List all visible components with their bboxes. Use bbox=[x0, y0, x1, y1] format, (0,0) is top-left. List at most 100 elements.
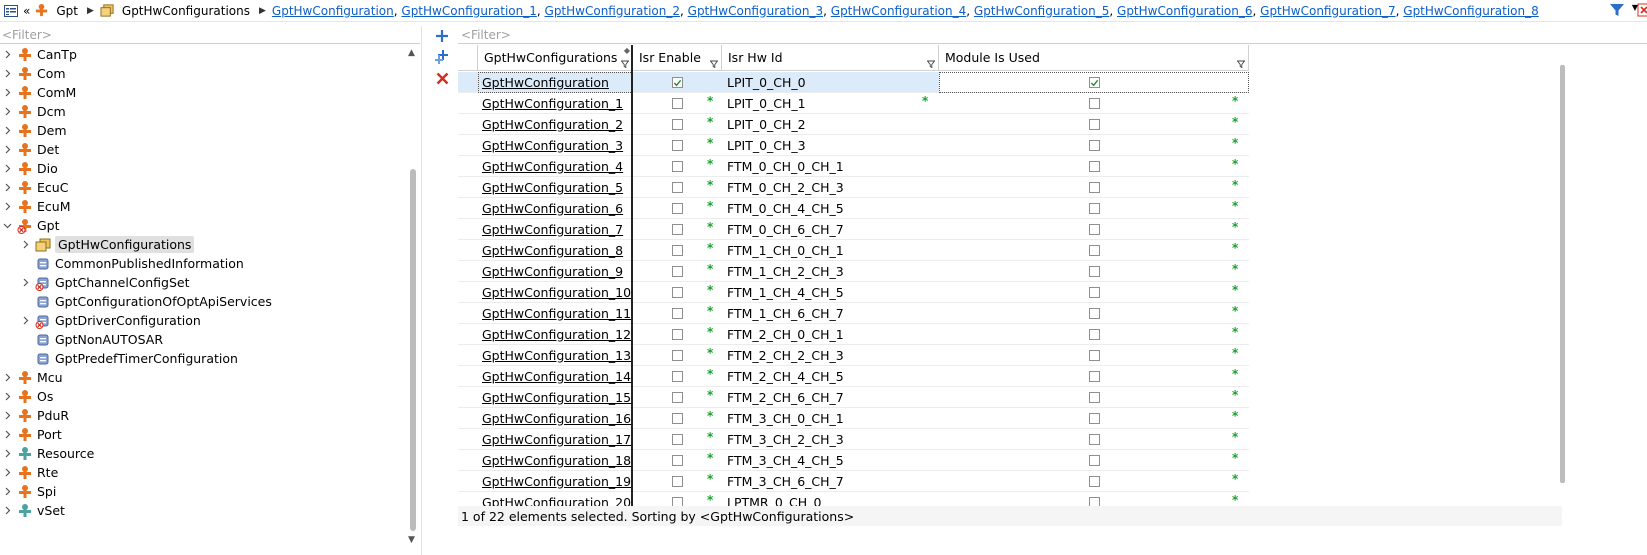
tree-item[interactable]: Resource bbox=[17, 444, 94, 463]
breadcrumb-link[interactable]: GptHwConfiguration_6 bbox=[1117, 4, 1252, 18]
isr-hw-id-cell[interactable]: FTM_1_CH_0_CH_1 bbox=[722, 240, 939, 261]
config-name-cell[interactable]: GptHwConfiguration bbox=[478, 72, 633, 93]
filter-icon[interactable] bbox=[1609, 2, 1625, 18]
row-header-cell[interactable] bbox=[458, 240, 478, 261]
tree-item[interactable]: Dcm bbox=[17, 102, 66, 121]
table-row[interactable]: GptHwConfiguration_5 * FTM_0_CH_2_CH_3 * bbox=[458, 177, 1562, 198]
config-name-cell[interactable]: GptHwConfiguration_9 bbox=[478, 261, 633, 282]
column-filter-icon[interactable] bbox=[1237, 60, 1245, 68]
table-row[interactable]: GptHwConfiguration_6 * FTM_0_CH_4_CH_5 * bbox=[458, 198, 1562, 219]
isr-enable-checkbox[interactable] bbox=[672, 392, 683, 403]
isr-enable-checkbox[interactable] bbox=[672, 203, 683, 214]
tree-item[interactable]: GptNonAUTOSAR bbox=[35, 330, 163, 349]
module-is-used-checkbox[interactable] bbox=[1089, 245, 1100, 256]
chevron-right-icon[interactable] bbox=[2, 140, 12, 159]
table-row[interactable]: GptHwConfiguration_3 * LPIT_0_CH_3 * bbox=[458, 135, 1562, 156]
config-name-cell[interactable]: GptHwConfiguration_11 bbox=[478, 303, 633, 324]
breadcrumb-link[interactable]: GptHwConfiguration_3 bbox=[688, 4, 823, 18]
table-row[interactable]: GptHwConfiguration_9 * FTM_1_CH_2_CH_3 * bbox=[458, 261, 1562, 282]
row-header-cell[interactable] bbox=[458, 219, 478, 240]
module-is-used-checkbox[interactable] bbox=[1089, 476, 1100, 487]
breadcrumb-link[interactable]: GptHwConfiguration_4 bbox=[831, 4, 966, 18]
row-header-cell[interactable] bbox=[458, 177, 478, 198]
row-header-cell[interactable] bbox=[458, 114, 478, 135]
row-header-cell[interactable] bbox=[458, 366, 478, 387]
column-header-module-is-used[interactable]: Module Is Used bbox=[939, 45, 1249, 71]
table-row[interactable]: GptHwConfiguration_15 * FTM_2_CH_6_CH_7 * bbox=[458, 387, 1562, 408]
isr-hw-id-cell[interactable]: FTM_0_CH_6_CH_7 bbox=[722, 219, 939, 240]
tree-filter-input[interactable] bbox=[0, 26, 420, 44]
tree-item[interactable]: Det bbox=[17, 140, 59, 159]
module-is-used-checkbox[interactable] bbox=[1089, 392, 1100, 403]
isr-hw-id-cell[interactable]: FTM_3_CH_4_CH_5 bbox=[722, 450, 939, 471]
module-is-used-checkbox[interactable] bbox=[1089, 140, 1100, 151]
config-name-link[interactable]: GptHwConfiguration_9 bbox=[482, 264, 623, 279]
tree-item[interactable]: CanTp bbox=[17, 45, 77, 64]
config-name-link[interactable]: GptHwConfiguration_6 bbox=[482, 201, 623, 216]
chevron-right-icon[interactable] bbox=[2, 178, 12, 197]
table-row[interactable]: GptHwConfiguration_19 * FTM_3_CH_6_CH_7 * bbox=[458, 471, 1562, 492]
tree-item[interactable]: vSet bbox=[17, 501, 65, 520]
module-is-used-checkbox[interactable] bbox=[1089, 371, 1100, 382]
isr-enable-checkbox[interactable] bbox=[672, 308, 683, 319]
module-is-used-checkbox[interactable] bbox=[1089, 350, 1100, 361]
table-row[interactable]: GptHwConfiguration LPIT_0_CH_0 bbox=[458, 72, 1562, 93]
row-header-cell[interactable] bbox=[458, 72, 478, 93]
row-header-cell[interactable] bbox=[458, 198, 478, 219]
isr-hw-id-cell[interactable]: LPIT_0_CH_3 bbox=[722, 135, 939, 156]
tree-item[interactable]: GptHwConfigurations bbox=[35, 235, 195, 254]
isr-enable-checkbox[interactable] bbox=[672, 434, 683, 445]
row-header-cell[interactable] bbox=[458, 324, 478, 345]
config-name-link[interactable]: GptHwConfiguration_8 bbox=[482, 243, 623, 258]
isr-hw-id-cell[interactable]: FTM_3_CH_0_CH_1 bbox=[722, 408, 939, 429]
isr-enable-checkbox[interactable] bbox=[672, 329, 683, 340]
double-chevron-left-icon[interactable]: « bbox=[23, 4, 30, 18]
chevron-right-icon[interactable] bbox=[2, 444, 12, 463]
column-filter-icon[interactable] bbox=[927, 60, 935, 68]
config-name-cell[interactable]: GptHwConfiguration_3 bbox=[478, 135, 633, 156]
breadcrumb-link[interactable]: GptHwConfiguration_1 bbox=[401, 4, 536, 18]
isr-hw-id-cell[interactable]: FTM_2_CH_2_CH_3 bbox=[722, 345, 939, 366]
chevron-right-icon[interactable] bbox=[2, 197, 12, 216]
row-header-cell[interactable] bbox=[458, 471, 478, 492]
chevron-right-icon[interactable] bbox=[2, 45, 12, 64]
isr-enable-checkbox[interactable] bbox=[672, 287, 683, 298]
breadcrumb-root[interactable]: Gpt bbox=[56, 4, 78, 18]
chevron-right-icon[interactable] bbox=[20, 311, 30, 330]
config-name-cell[interactable]: GptHwConfiguration_7 bbox=[478, 219, 633, 240]
chevron-right-icon[interactable] bbox=[2, 159, 12, 178]
tree-item[interactable]: EcuC bbox=[17, 178, 68, 197]
tree-item[interactable]: GptConfigurationOfOptApiServices bbox=[35, 292, 272, 311]
tree-item[interactable]: Spi bbox=[17, 482, 56, 501]
tree-item[interactable]: Rte bbox=[17, 463, 58, 482]
config-name-cell[interactable]: GptHwConfiguration_14 bbox=[478, 366, 633, 387]
chevron-right-icon[interactable] bbox=[2, 102, 12, 121]
config-name-link[interactable]: GptHwConfiguration_7 bbox=[482, 222, 623, 237]
column-filter-icon[interactable] bbox=[710, 60, 718, 68]
isr-hw-id-cell[interactable]: FTM_1_CH_6_CH_7 bbox=[722, 303, 939, 324]
table-row[interactable]: GptHwConfiguration_2 * LPIT_0_CH_2 * bbox=[458, 114, 1562, 135]
breadcrumb-link[interactable]: GptHwConfiguration_7 bbox=[1260, 4, 1395, 18]
config-name-cell[interactable]: GptHwConfiguration_12 bbox=[478, 324, 633, 345]
scroll-up-icon[interactable]: ▲ bbox=[408, 48, 415, 58]
config-name-link[interactable]: GptHwConfiguration bbox=[482, 75, 609, 90]
isr-enable-checkbox[interactable] bbox=[672, 224, 683, 235]
column-header-isr-hw-id[interactable]: Isr Hw Id bbox=[722, 45, 939, 71]
chevron-right-icon[interactable] bbox=[2, 425, 12, 444]
column-filter-icon[interactable] bbox=[621, 60, 629, 68]
tree-item[interactable]: Dem bbox=[17, 121, 67, 140]
module-is-used-checkbox[interactable] bbox=[1089, 308, 1100, 319]
config-name-link[interactable]: GptHwConfiguration_14 bbox=[482, 369, 631, 384]
isr-hw-id-cell[interactable]: LPIT_0_CH_0 bbox=[722, 72, 939, 93]
table-scroll-thumb[interactable] bbox=[1560, 65, 1565, 483]
module-is-used-checkbox[interactable] bbox=[1089, 266, 1100, 277]
isr-hw-id-cell[interactable]: FTM_3_CH_6_CH_7 bbox=[722, 471, 939, 492]
isr-hw-id-cell[interactable]: FTM_0_CH_4_CH_5 bbox=[722, 198, 939, 219]
config-name-cell[interactable]: GptHwConfiguration_5 bbox=[478, 177, 633, 198]
row-header-cell[interactable] bbox=[458, 303, 478, 324]
module-is-used-checkbox[interactable] bbox=[1089, 119, 1100, 130]
module-is-used-checkbox[interactable] bbox=[1089, 224, 1100, 235]
row-header-cell[interactable] bbox=[458, 450, 478, 471]
table-row[interactable]: GptHwConfiguration_17 * FTM_3_CH_2_CH_3 * bbox=[458, 429, 1562, 450]
row-header-cell[interactable] bbox=[458, 387, 478, 408]
